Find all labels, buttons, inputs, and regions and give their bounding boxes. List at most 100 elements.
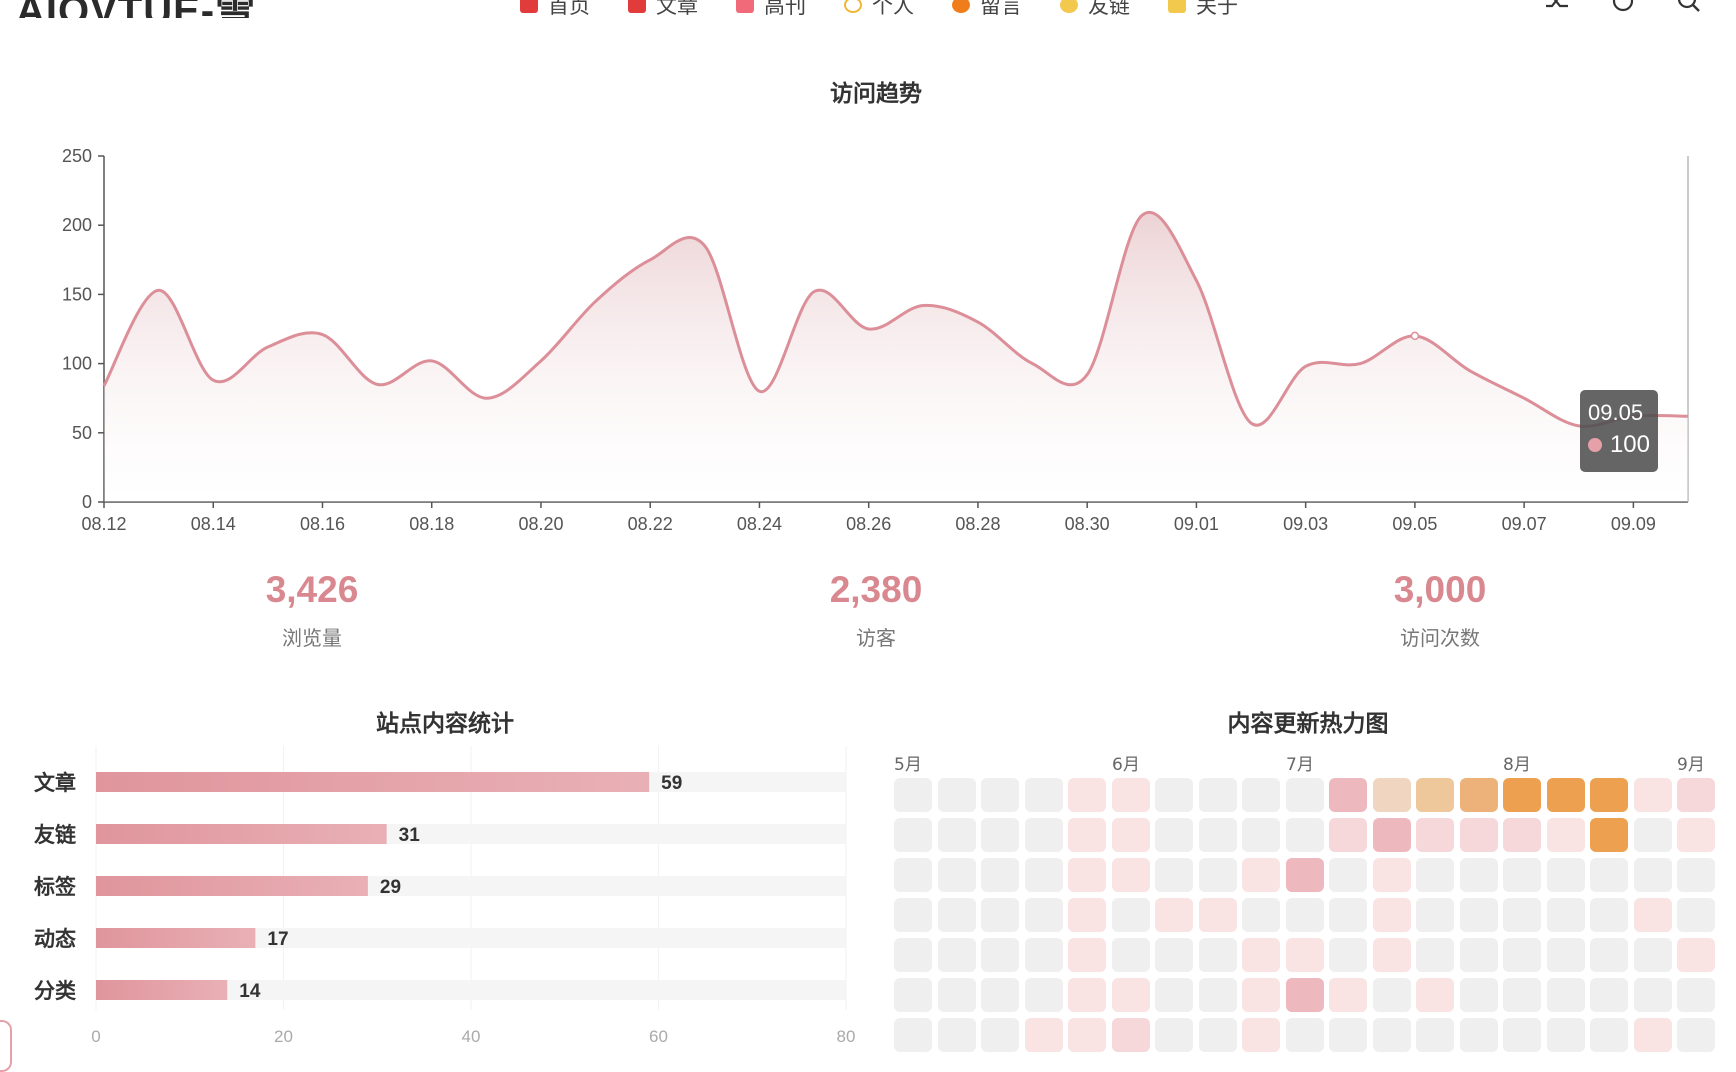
- heatmap-cell[interactable]: [1198, 778, 1237, 812]
- heatmap-cell[interactable]: [1024, 1018, 1063, 1052]
- heatmap-cell[interactable]: [1416, 1018, 1454, 1052]
- heatmap-cell[interactable]: [1546, 858, 1585, 892]
- heatmap-cell[interactable]: [1155, 898, 1193, 932]
- heatmap-cell[interactable]: [1111, 1018, 1150, 1052]
- heatmap-cell[interactable]: [1503, 1018, 1541, 1052]
- heatmap-cell[interactable]: [1590, 938, 1628, 972]
- heatmap-cell[interactable]: [1503, 898, 1541, 932]
- heatmap-cell[interactable]: [1329, 1018, 1367, 1052]
- heatmap-cell[interactable]: [1024, 898, 1063, 932]
- heatmap-cell[interactable]: [1372, 778, 1411, 812]
- heatmap-cell[interactable]: [1546, 1018, 1585, 1052]
- data-point[interactable]: [539, 359, 543, 363]
- heatmap-cell[interactable]: [894, 778, 932, 812]
- heatmap-cell[interactable]: [1372, 818, 1411, 852]
- heatmap-cell[interactable]: [1503, 778, 1541, 812]
- heatmap-cell[interactable]: [1633, 858, 1672, 892]
- heatmap-cell[interactable]: [1242, 898, 1280, 932]
- data-point[interactable]: [484, 396, 488, 400]
- heatmap-cell[interactable]: [894, 1018, 932, 1052]
- heatmap-cell[interactable]: [1155, 978, 1193, 1012]
- heatmap-cell[interactable]: [894, 898, 932, 932]
- data-point[interactable]: [976, 320, 980, 324]
- heatmap-cell[interactable]: [1329, 898, 1367, 932]
- heatmap-cell[interactable]: [1546, 898, 1585, 932]
- heatmap-cell[interactable]: [1285, 818, 1324, 852]
- data-point[interactable]: [320, 333, 324, 337]
- heatmap-cell[interactable]: [981, 1018, 1019, 1052]
- heatmap-cell[interactable]: [1329, 938, 1367, 972]
- heatmap-cell[interactable]: [1590, 1018, 1628, 1052]
- heatmap-cell[interactable]: [894, 818, 932, 852]
- heatmap-cell[interactable]: [1068, 858, 1106, 892]
- heatmap-cell[interactable]: [1111, 778, 1150, 812]
- heatmap-cell[interactable]: [1677, 818, 1715, 852]
- data-point[interactable]: [1410, 331, 1420, 341]
- heatmap-cell[interactable]: [981, 898, 1019, 932]
- heatmap-cell[interactable]: [1285, 778, 1324, 812]
- heatmap-cell[interactable]: [1068, 938, 1106, 972]
- heatmap-cell[interactable]: [1677, 898, 1715, 932]
- heatmap-cell[interactable]: [1198, 818, 1237, 852]
- heatmap-cell[interactable]: [1242, 978, 1280, 1012]
- theme-toggle-icon[interactable]: [1610, 0, 1636, 12]
- side-tab[interactable]: [0, 1020, 12, 1072]
- heatmap-cell[interactable]: [1198, 858, 1237, 892]
- heatmap-cell[interactable]: [1372, 898, 1411, 932]
- search-icon[interactable]: [1676, 0, 1702, 12]
- heatmap-cell[interactable]: [1590, 818, 1628, 852]
- bar[interactable]: [96, 824, 387, 844]
- bar[interactable]: [96, 876, 368, 896]
- heatmap-cell[interactable]: [937, 898, 976, 932]
- heatmap-cell[interactable]: [1068, 978, 1106, 1012]
- nav-item-about[interactable]: 关于: [1168, 0, 1238, 18]
- heatmap-cell[interactable]: [1111, 858, 1150, 892]
- heatmap-cell[interactable]: [1242, 1018, 1280, 1052]
- data-point[interactable]: [1249, 421, 1253, 425]
- bar[interactable]: [96, 980, 228, 1000]
- data-point[interactable]: [1140, 214, 1144, 218]
- data-point[interactable]: [1686, 414, 1690, 418]
- heatmap-cell[interactable]: [1111, 978, 1150, 1012]
- heatmap-cell[interactable]: [1111, 818, 1150, 852]
- shuffle-icon[interactable]: [1544, 0, 1570, 12]
- data-point[interactable]: [757, 389, 761, 393]
- heatmap-cell[interactable]: [981, 938, 1019, 972]
- heatmap-cell[interactable]: [1198, 898, 1237, 932]
- data-point[interactable]: [375, 382, 379, 386]
- heatmap-cell[interactable]: [1155, 818, 1193, 852]
- heatmap-cell[interactable]: [1633, 1018, 1672, 1052]
- heatmap-cell[interactable]: [1677, 778, 1715, 812]
- data-point[interactable]: [430, 359, 434, 363]
- heatmap-cell[interactable]: [1590, 978, 1628, 1012]
- nav-item-articles[interactable]: 文章: [628, 0, 698, 18]
- heatmap-cell[interactable]: [937, 938, 976, 972]
- heatmap-cell[interactable]: [1546, 938, 1585, 972]
- heatmap-cell[interactable]: [1459, 978, 1498, 1012]
- heatmap-cell[interactable]: [1546, 778, 1585, 812]
- heatmap-cell[interactable]: [1285, 978, 1324, 1012]
- heatmap-cell[interactable]: [1416, 778, 1454, 812]
- heatmap-cell[interactable]: [981, 858, 1019, 892]
- heatmap-cell[interactable]: [1068, 778, 1106, 812]
- heatmap-cell[interactable]: [1111, 938, 1150, 972]
- heatmap-cell[interactable]: [894, 978, 932, 1012]
- nav-item-guestbook[interactable]: 留言: [952, 0, 1022, 18]
- heatmap-cell[interactable]: [1633, 938, 1672, 972]
- site-logo[interactable]: AIOVTUE-雪: [16, 0, 256, 18]
- data-point[interactable]: [157, 288, 161, 292]
- heatmap-cell[interactable]: [1590, 778, 1628, 812]
- heatmap-cell[interactable]: [1285, 938, 1324, 972]
- nav-item-friends[interactable]: 友链: [1060, 0, 1130, 18]
- heatmap-cell[interactable]: [1677, 858, 1715, 892]
- heatmap-cell[interactable]: [1459, 898, 1498, 932]
- data-point[interactable]: [1522, 396, 1526, 400]
- heatmap-cell[interactable]: [1285, 1018, 1324, 1052]
- data-point[interactable]: [1031, 362, 1035, 366]
- heatmap-cell[interactable]: [1329, 978, 1367, 1012]
- data-point[interactable]: [1358, 362, 1362, 366]
- heatmap-cell[interactable]: [1198, 1018, 1237, 1052]
- heatmap-cell[interactable]: [937, 978, 976, 1012]
- heatmap-cell[interactable]: [1416, 858, 1454, 892]
- nav-item-home[interactable]: 首页: [520, 0, 590, 18]
